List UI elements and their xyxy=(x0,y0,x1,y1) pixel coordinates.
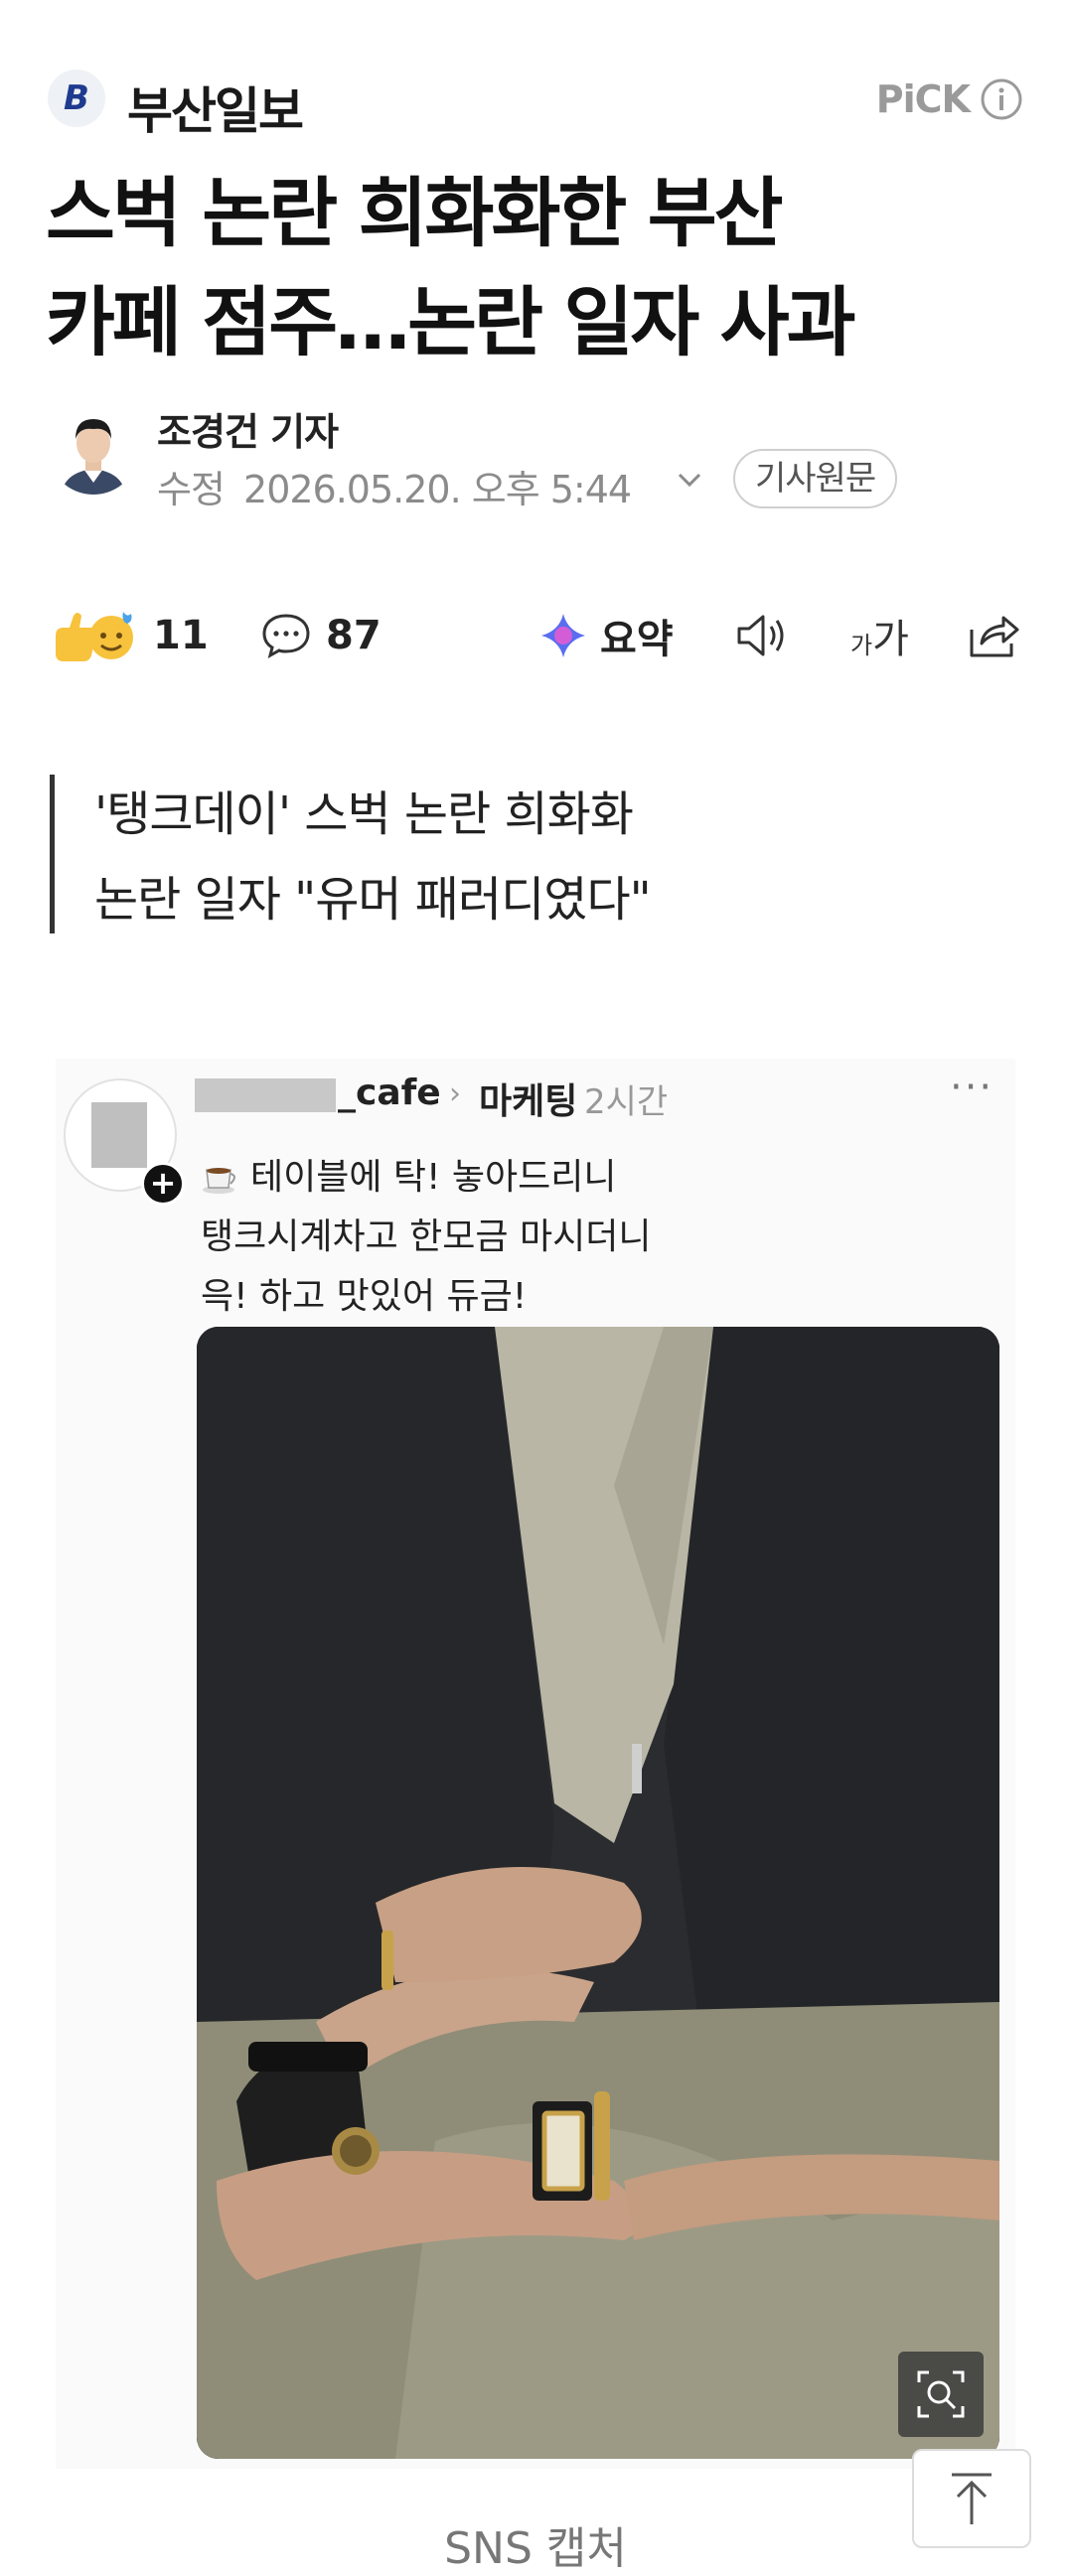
summary-button[interactable]: 요약 xyxy=(538,596,674,675)
image-zoom-button[interactable] xyxy=(898,2352,984,2437)
ai-summary-icon xyxy=(541,614,585,657)
datetime-value: 2026.05.20. 오후 5:44 xyxy=(243,468,632,511)
press-logo-letter: B xyxy=(64,78,89,118)
chevron-down-icon[interactable] xyxy=(674,469,705,493)
follow-plus-icon: + xyxy=(141,1162,185,1206)
sns-text-line-3: 윽! 하고 맛있어 듀금! xyxy=(201,1276,528,1317)
pick-label: PiCK xyxy=(875,77,971,121)
sns-post-time: 2시간 xyxy=(584,1082,669,1122)
sns-text-line-1: 테이블에 탁! 놓아드리니 xyxy=(250,1157,617,1198)
reporter-avatar[interactable] xyxy=(48,403,139,495)
font-size-large-glyph: 가 xyxy=(872,617,909,662)
byline: 조경건 기자 수정 2026.05.20. 오후 5:44 기사원문 xyxy=(48,397,1021,511)
scroll-to-top-button[interactable] xyxy=(912,2449,1031,2548)
headline-line-1: 스벅 논란 희화화한 부산 xyxy=(46,169,784,257)
comment-button[interactable]: 87 xyxy=(260,596,382,675)
article-photo[interactable]: + _cafe › 마케팅 2시간 ··· 테이블에 탁! 놓아드리니 탱크시계… xyxy=(56,1059,1015,2469)
summary-label: 요약 xyxy=(600,617,674,662)
reaction-count: 11 xyxy=(153,613,209,658)
coffee-cup-icon xyxy=(203,1168,235,1194)
reaction-button[interactable]: 11 xyxy=(48,596,209,675)
comment-icon xyxy=(262,614,310,658)
photo-caption: SNS 캡처 xyxy=(444,2523,627,2574)
press-logo[interactable]: B xyxy=(48,70,105,127)
read-aloud-button[interactable] xyxy=(733,596,793,675)
sns-category: 마케팅 xyxy=(479,1081,578,1122)
reaction-emoji-icon xyxy=(56,612,133,661)
summary-line-1: '탱크데이' 스벅 논란 희화화 xyxy=(94,787,634,842)
press-name[interactable]: 부산일보 xyxy=(127,72,304,143)
summary-line-2: 논란 일자 "유머 패러디였다" xyxy=(94,872,652,928)
info-icon[interactable] xyxy=(980,77,1023,121)
watch-photo-illustration xyxy=(197,1327,999,2459)
press-header: B 부산일보 PiCK xyxy=(48,66,1023,140)
original-article-button[interactable]: 기사원문 xyxy=(733,449,898,508)
article-headline: 스벅 논란 희화화한 부산 카페 점주…논란 일자 사과 xyxy=(46,159,1039,377)
sns-username: _cafe xyxy=(338,1073,441,1113)
reporter-name[interactable]: 조경건 기자 xyxy=(157,401,339,456)
speaker-icon xyxy=(737,615,784,656)
sns-post-avatar: + xyxy=(64,1078,185,1206)
blurred-username xyxy=(195,1078,336,1112)
comment-count: 87 xyxy=(326,613,382,658)
avatar-placeholder xyxy=(91,1102,147,1168)
article-summary: '탱크데이' 스벅 논란 희화화 논란 일자 "유머 패러디였다" xyxy=(50,775,984,933)
zoom-search-icon xyxy=(917,2370,965,2418)
chevron-right-icon: › xyxy=(449,1076,461,1111)
more-options-icon: ··· xyxy=(950,1065,994,1110)
headline-line-2: 카페 점주…논란 일자 사과 xyxy=(46,278,856,366)
modified-label: 수정 xyxy=(157,468,226,511)
article-action-bar: 11 87 요약 가 가 xyxy=(48,596,1023,675)
font-size-button[interactable]: 가 가 xyxy=(850,596,909,675)
sns-text-line-2: 탱크시계차고 한모금 마시더니 xyxy=(201,1216,652,1257)
share-icon xyxy=(970,616,1019,657)
font-size-small-glyph: 가 xyxy=(850,631,873,659)
arrow-up-icon xyxy=(952,2473,992,2524)
share-button[interactable] xyxy=(966,596,1021,675)
sns-post-image xyxy=(197,1327,999,2459)
article-datetime[interactable]: 수정 2026.05.20. 오후 5:44 xyxy=(157,459,632,513)
sns-post-text: 테이블에 탁! 놓아드리니 탱크시계차고 한모금 마시더니 윽! 하고 맛있어 … xyxy=(201,1148,651,1327)
